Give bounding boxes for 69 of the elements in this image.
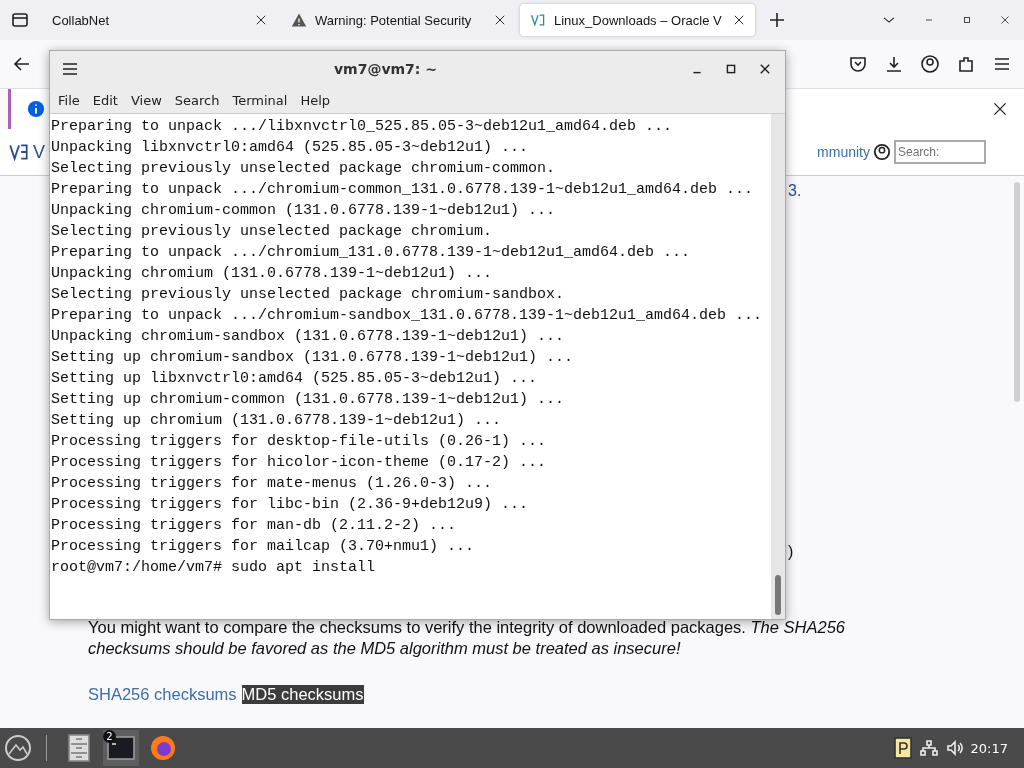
- clock[interactable]: 20:17: [970, 740, 1008, 756]
- clipboard-icon[interactable]: [892, 736, 913, 760]
- close-icon[interactable]: [494, 14, 506, 26]
- menu-item[interactable]: File: [58, 92, 80, 108]
- scrollbar-thumb[interactable]: [775, 575, 781, 615]
- browser-tab[interactable]: Warning: Potential Security: [281, 4, 516, 36]
- terminal-line: Setting up chromium (131.0.6778.139-1~deb12u1) ...: [51, 411, 503, 431]
- page-text: ): [788, 543, 794, 561]
- terminal-line: Preparing to unpack .../chromium-sandbox_131.0.6778.139-1~deb12u1_amd64.deb ...: [51, 306, 764, 326]
- terminal-line: Setting up libxnvctrl0:amd64 (525.85.05-3~deb12u1) ...: [51, 369, 539, 389]
- terminal-line: Setting up chromium-sandbox (131.0.6778.139-1~deb12u1) ...: [51, 348, 575, 368]
- network-icon[interactable]: [918, 738, 939, 758]
- volume-icon[interactable]: [944, 738, 965, 758]
- checksum-link[interactable]: SHA256 checksums: [88, 685, 237, 704]
- terminal-line: Processing triggers for desktop-file-utils (0.26-1) ...: [51, 432, 548, 452]
- terminal-line: Processing triggers for man-db (2.11.2-2) ...: [51, 516, 458, 536]
- terminal-line: Preparing to unpack .../chromium-common_131.0.6778.139-1~deb12u1_amd64.deb ...: [51, 180, 755, 200]
- terminal-line: Selecting previously unselected package chromium-common.: [51, 159, 557, 179]
- extensions-icon[interactable]: [956, 54, 976, 74]
- terminal-line: Setting up chromium-common (131.0.6778.139-1~deb12u1) ...: [51, 390, 566, 410]
- user-icon[interactable]: [873, 143, 891, 161]
- search-field[interactable]: Search:: [894, 140, 986, 164]
- window-count-badge: 2: [103, 730, 116, 743]
- menu-item[interactable]: Search: [174, 92, 220, 108]
- menu-item[interactable]: Edit: [92, 92, 118, 108]
- browser-tab[interactable]: Linux_Downloads – Oracle V: [520, 4, 755, 36]
- download-icon[interactable]: [884, 54, 904, 74]
- start-menu-icon[interactable]: [4, 734, 32, 762]
- account-icon[interactable]: [920, 54, 940, 74]
- maximize-icon[interactable]: [725, 63, 737, 75]
- checksum-paragraph: You might want to compare the checksums to verify the integrity of downloaded packages. The SHA256 checksums should be favored as the MD5 algorithm must be treated as insecure!: [88, 617, 846, 659]
- terminal-line: Unpacking chromium-sandbox (131.0.6778.139-1~deb12u1) ...: [51, 327, 566, 347]
- warning-icon: [291, 12, 307, 28]
- info-icon: [27, 100, 45, 118]
- close-icon[interactable]: [759, 63, 771, 75]
- new-tab-icon[interactable]: [767, 10, 787, 30]
- close-icon[interactable]: [992, 101, 1008, 117]
- maximize-icon[interactable]: [962, 15, 972, 25]
- menu-item[interactable]: Help: [300, 92, 331, 108]
- terminal-line: Preparing to unpack .../chromium_131.0.6778.139-1~deb12u1_amd64.deb ...: [51, 243, 692, 263]
- close-icon[interactable]: [255, 14, 267, 26]
- terminal-line: Unpacking libxnvctrl0:amd64 (525.85.05-3~deb12u1) ...: [51, 138, 530, 158]
- terminal-line: Unpacking chromium-common (131.0.6778.139-1~deb12u1) ...: [51, 201, 557, 221]
- terminal-line: Processing triggers for libc-bin (2.36-9+deb12u9) ...: [51, 495, 530, 515]
- browser-tab[interactable]: CollabNet: [42, 4, 277, 36]
- site-logo-icon: [530, 12, 546, 28]
- terminal-line: Processing triggers for mailcap (3.70+nmu1) ...: [51, 537, 476, 557]
- checksum-link[interactable]: MD5 checksums: [241, 685, 364, 704]
- taskbar-app[interactable]: 2: [103, 730, 139, 766]
- terminal-line: Preparing to unpack .../libxnvctrl0_525.85.05-3~deb12u1_amd64.deb ...: [51, 117, 674, 137]
- tab-list-icon[interactable]: [10, 10, 30, 30]
- pocket-icon[interactable]: [848, 54, 868, 74]
- site-name[interactable]: V: [33, 141, 45, 163]
- file-cabinet-icon: [67, 734, 91, 762]
- nav-link[interactable]: mmunity: [817, 144, 870, 160]
- terminal-line: Unpacking chromium (131.0.6778.139-1~deb12u1) ...: [51, 264, 494, 284]
- terminal-line: Processing triggers for mate-menus (1.26.0-3) ...: [51, 474, 494, 494]
- menu-item[interactable]: View: [130, 92, 162, 108]
- scrollbar-thumb[interactable]: [1014, 182, 1020, 402]
- window-title: vm7@vm7: ~: [332, 61, 439, 77]
- terminal-line: root@vm7:/home/vm7# sudo apt install: [51, 558, 377, 578]
- close-icon[interactable]: [1000, 15, 1010, 25]
- menu-item[interactable]: Terminal: [232, 92, 288, 108]
- terminal-line: Selecting previously unselected package chromium.: [51, 222, 494, 242]
- terminal-line: Processing triggers for hicolor-icon-theme (0.17-2) ...: [51, 453, 548, 473]
- firefox-icon: [149, 734, 177, 762]
- page-text: 3.: [788, 182, 802, 200]
- close-icon[interactable]: [733, 14, 745, 26]
- terminal-line: Selecting previously unselected package chromium-sandbox.: [51, 285, 566, 305]
